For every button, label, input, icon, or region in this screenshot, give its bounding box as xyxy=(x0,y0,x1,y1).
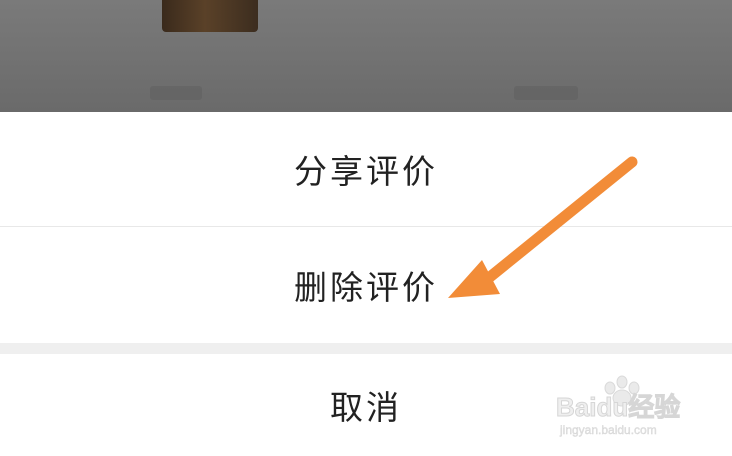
product-thumbnail xyxy=(162,0,258,32)
section-gap xyxy=(0,343,732,354)
watermark-url: jingyan.baidu.com xyxy=(559,423,657,437)
cancel-label: 取消 xyxy=(330,388,402,427)
share-review-item[interactable]: 分享评价 xyxy=(0,112,732,226)
delete-review-item[interactable]: 删除评价 xyxy=(0,227,732,343)
dimmed-background-page[interactable] xyxy=(0,0,732,112)
baidu-jingyan-watermark: Baidu经验 jingyan.baidu.com xyxy=(556,375,681,437)
screen: 分享评价 删除评价 取消 Baidu经验 jingyan.baidu.com xyxy=(0,0,732,456)
background-text-placeholder xyxy=(514,86,578,100)
background-text-placeholder xyxy=(150,86,202,100)
share-review-label: 分享评价 xyxy=(294,152,438,191)
watermark-brand: Baidu经验 xyxy=(556,392,680,422)
delete-review-label: 删除评价 xyxy=(294,268,438,307)
